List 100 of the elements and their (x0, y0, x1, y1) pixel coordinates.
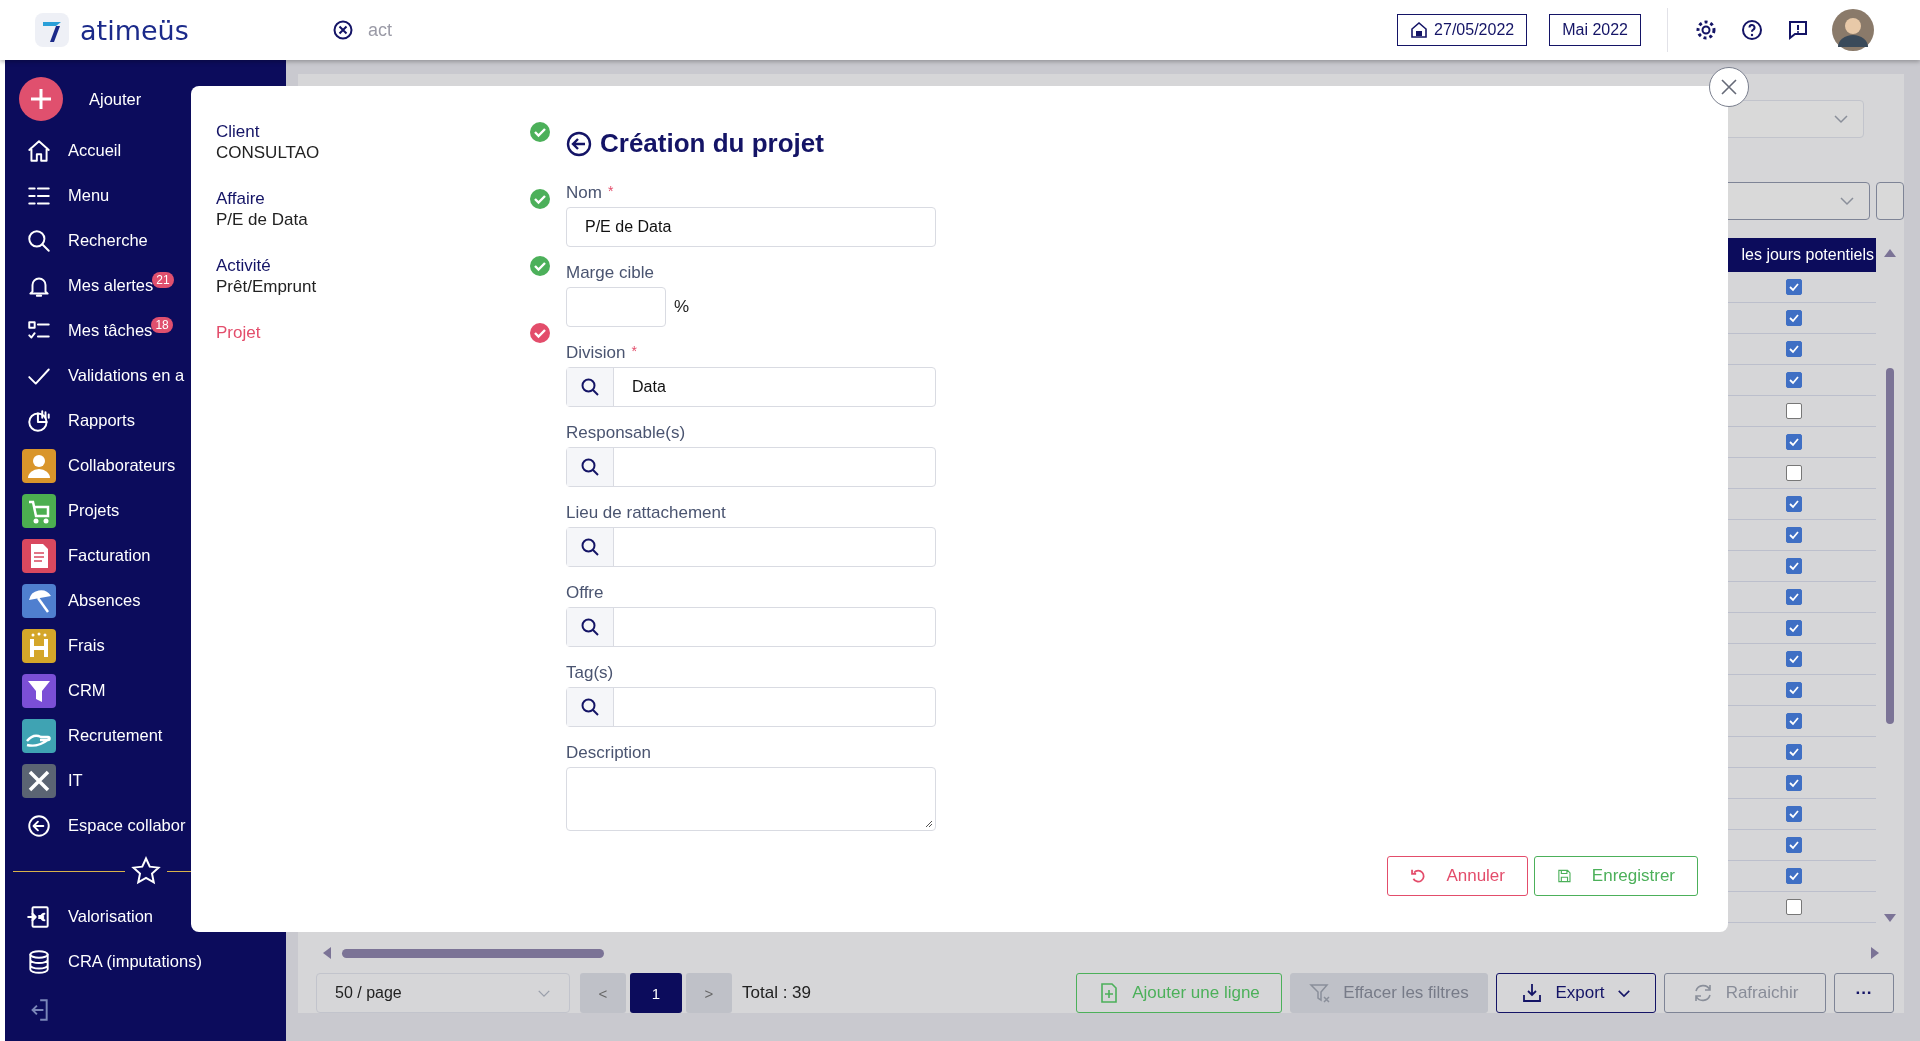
checkbox[interactable] (1786, 310, 1802, 326)
scroll-right-icon[interactable] (1870, 947, 1880, 959)
sidebar-item[interactable]: Absences (68, 591, 141, 610)
required-mark: * (607, 183, 614, 201)
field-label: Nom (566, 183, 602, 203)
scrollbar-thumb[interactable] (342, 948, 604, 958)
page-button[interactable]: 1 (630, 973, 682, 1013)
field-label: Marge cible (566, 263, 654, 283)
checkbox[interactable] (1786, 899, 1802, 915)
checkbox[interactable] (1786, 589, 1802, 605)
scroll-left-icon[interactable] (322, 947, 332, 959)
add-label[interactable]: Ajouter (89, 89, 142, 109)
search-icon (26, 227, 52, 254)
lookup-field[interactable] (566, 447, 936, 487)
add-icon[interactable] (19, 77, 63, 121)
checkbox[interactable] (1786, 682, 1802, 698)
home-calendar-icon (1410, 21, 1429, 39)
sidebar-item[interactable]: Accueil (68, 141, 122, 160)
scroll-up-icon[interactable] (1884, 248, 1896, 258)
checkbox[interactable] (1786, 372, 1802, 388)
field-label: Lieu de rattachement (566, 503, 726, 523)
checkbox[interactable] (1786, 558, 1802, 574)
count-badge: 18 (151, 316, 173, 333)
sidebar-item[interactable]: Espace collabor (68, 816, 186, 835)
checkbox[interactable] (1786, 279, 1802, 295)
download-icon (1521, 982, 1544, 1004)
avatar[interactable] (1832, 9, 1874, 51)
dropdown-field[interactable] (1876, 182, 1904, 220)
scroll-down-icon[interactable] (1884, 913, 1896, 923)
checkbox[interactable] (1786, 341, 1802, 357)
checkbox[interactable] (1786, 620, 1802, 636)
input-field[interactable]: P/E de Data (566, 207, 936, 247)
field-label: Offre (566, 583, 604, 603)
close-icon (1720, 78, 1738, 96)
check-circle-icon (529, 255, 551, 277)
filter-clear-icon (1309, 982, 1332, 1004)
feedback-icon[interactable] (1786, 18, 1810, 42)
date-button[interactable]: 27/05/2022 (1397, 14, 1528, 46)
sidebar-item[interactable]: CRM (68, 681, 106, 700)
checkbox[interactable] (1786, 496, 1802, 512)
count-badge: 21 (152, 271, 174, 288)
check-circle-icon (529, 188, 551, 210)
checkbox[interactable] (1786, 837, 1802, 853)
field-label: Division (566, 343, 626, 363)
settings-icon[interactable] (1694, 18, 1718, 42)
chevron-icon (537, 988, 551, 998)
sidebar-item[interactable]: CRA (imputations) (68, 952, 202, 971)
export-button[interactable]: Export (1496, 973, 1656, 1013)
input-field[interactable] (566, 287, 666, 327)
sidebar-item[interactable]: Collaborateurs (68, 456, 176, 475)
clear-icon[interactable] (332, 19, 354, 41)
lookup-field[interactable] (566, 607, 936, 647)
sidebar-item[interactable]: Validations en a (68, 366, 185, 385)
checkbox[interactable] (1786, 465, 1802, 481)
step-title: Projet (216, 322, 261, 343)
checkbox[interactable] (1786, 527, 1802, 543)
step-title: Affaire (216, 188, 266, 209)
back-icon[interactable] (566, 130, 592, 157)
checkbox[interactable] (1786, 434, 1802, 450)
logo-icon (34, 12, 70, 48)
more-button[interactable]: ··· (1834, 973, 1894, 1013)
star-icon[interactable] (130, 856, 161, 886)
sidebar-item[interactable]: Rapports (68, 411, 135, 430)
step-value: CONSULTAO (216, 142, 320, 163)
resize-handle-icon[interactable] (925, 820, 933, 828)
checkbox[interactable] (1786, 868, 1802, 884)
sidebar-item[interactable]: Valorisation (68, 907, 153, 926)
lookup-field[interactable]: Data (566, 367, 936, 407)
checkbox[interactable] (1786, 744, 1802, 760)
money-transfer-icon (26, 903, 52, 930)
sidebar-item[interactable]: IT (68, 771, 83, 790)
step-title: Client (216, 121, 261, 142)
month-button[interactable]: Mai 2022 (1549, 14, 1641, 46)
field-label: Tag(s) (566, 663, 614, 683)
chevron-icon (1833, 114, 1849, 124)
lookup-field[interactable] (566, 687, 936, 727)
help-icon[interactable] (1740, 18, 1764, 42)
checkbox[interactable] (1786, 651, 1802, 667)
total-count: Total : 39 (742, 983, 811, 1003)
page-size-select[interactable]: 50 / page (316, 973, 570, 1013)
checkbox[interactable] (1786, 775, 1802, 791)
scrollbar-thumb[interactable] (1886, 368, 1894, 724)
sidebar-item[interactable]: Mes alertes (68, 276, 154, 295)
dialog-title: Création du projet (600, 128, 824, 159)
unit-label: % (674, 297, 690, 317)
sidebar-item[interactable]: Facturation (68, 546, 151, 565)
step-value: Prêt/Emprunt (216, 276, 317, 297)
checkbox[interactable] (1786, 806, 1802, 822)
sidebar-item[interactable]: Recherche (68, 231, 148, 250)
sidebar-item[interactable]: Recrutement (68, 726, 163, 745)
lookup-field[interactable] (566, 527, 936, 567)
checkbox[interactable] (1786, 403, 1802, 419)
sidebar-item[interactable]: Menu (68, 186, 110, 205)
sidebar-item[interactable]: Mes tâches (68, 321, 153, 340)
checkbox[interactable] (1786, 713, 1802, 729)
cancel-button[interactable]: Annuler (1387, 856, 1528, 896)
sidebar-item[interactable]: Frais (68, 636, 105, 655)
field-label: Description (566, 743, 652, 763)
step-value: P/E de Data (216, 209, 308, 230)
sidebar-item[interactable]: Projets (68, 501, 120, 520)
